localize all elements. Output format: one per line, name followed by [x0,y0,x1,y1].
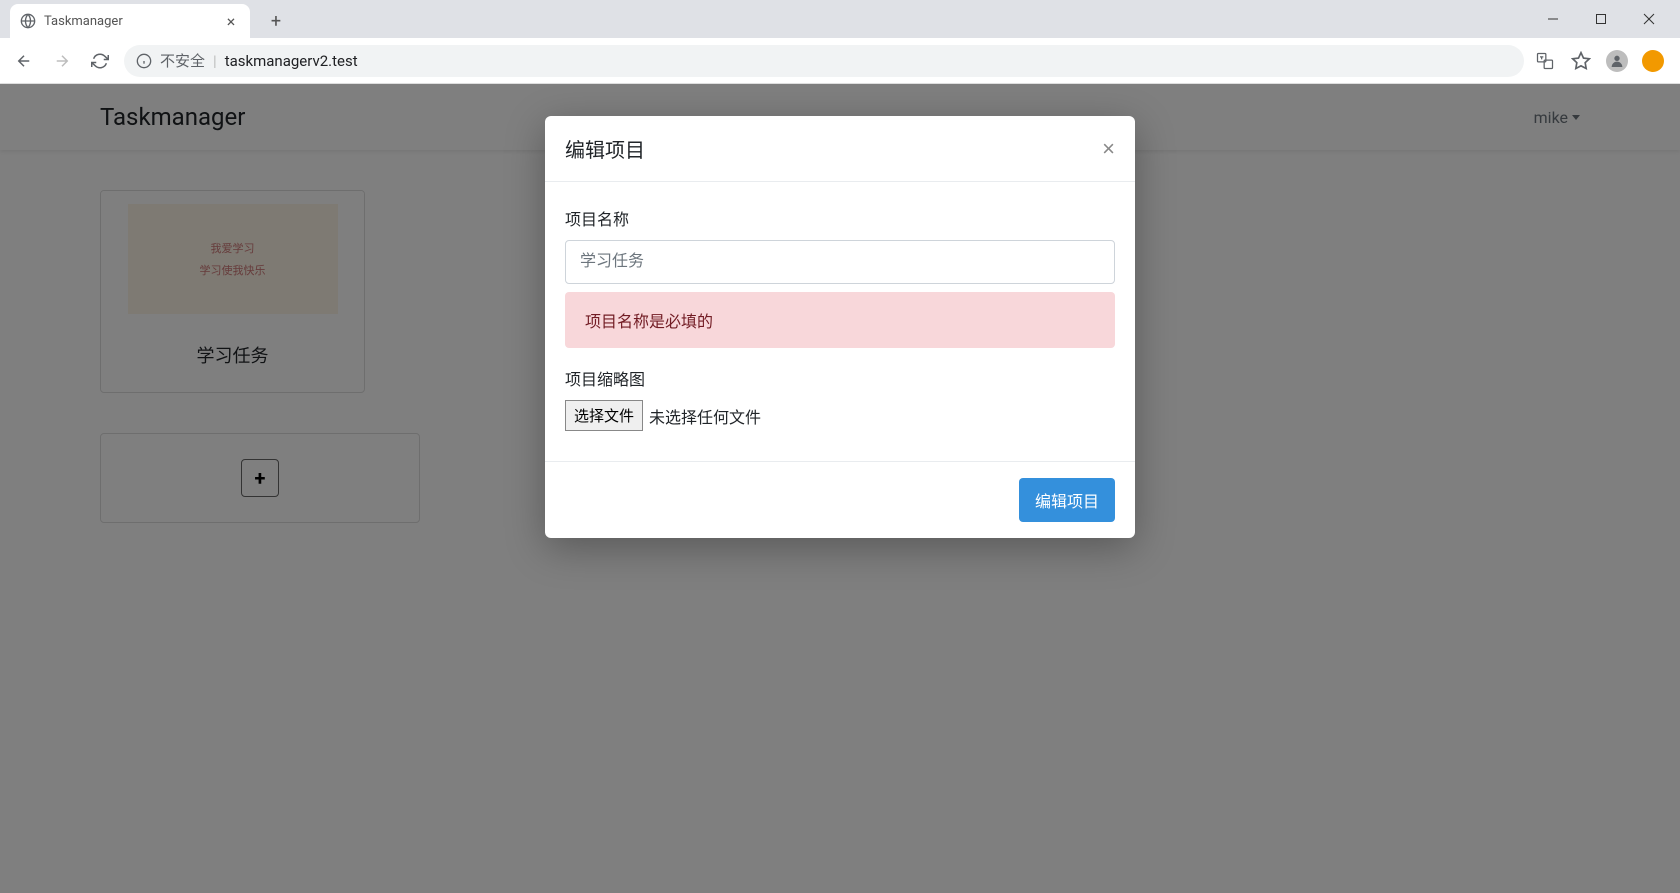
browser-tab[interactable]: Taskmanager × [10,4,250,38]
thumbnail-label: 项目缩略图 [565,366,1115,390]
tab-title: Taskmanager [44,14,123,29]
omnibox-divider: | [213,52,217,70]
close-window-icon[interactable] [1634,4,1664,34]
address-omnibox[interactable]: 不安全 | taskmanagerv2.test [124,45,1524,77]
file-status-text: 未选择任何文件 [649,404,761,428]
browser-tab-bar: Taskmanager × + [0,0,1680,38]
page-content: Taskmanager mike 我爱学习 学习使我快乐 学习任务 [0,84,1680,893]
project-name-label: 项目名称 [565,206,1115,230]
back-button[interactable] [10,47,38,75]
project-name-error: 项目名称是必填的 [565,292,1115,348]
project-name-input[interactable] [565,240,1115,284]
insecure-label: 不安全 [160,50,205,71]
minimize-window-icon[interactable] [1538,4,1568,34]
modal-body: 项目名称 项目名称是必填的 项目缩略图 选择文件 未选择任何文件 [545,182,1135,461]
modal-footer: 编辑项目 [545,461,1135,538]
star-icon[interactable] [1570,50,1592,72]
submit-button[interactable]: 编辑项目 [1019,478,1115,522]
forward-button[interactable] [48,47,76,75]
browser-address-bar: 不安全 | taskmanagerv2.test [0,38,1680,84]
info-icon [136,53,152,69]
modal-header: 编辑项目 × [545,116,1135,182]
profile-avatar-icon[interactable] [1606,50,1628,72]
new-tab-button[interactable]: + [262,7,290,35]
globe-icon [20,13,36,29]
translate-icon[interactable] [1534,50,1556,72]
maximize-window-icon[interactable] [1586,4,1616,34]
url-text: taskmanagerv2.test [225,52,358,70]
modal-close-button[interactable]: × [1102,138,1115,160]
choose-file-button[interactable]: 选择文件 [565,400,643,431]
modal-title: 编辑项目 [565,134,645,163]
alert-badge-icon[interactable] [1642,50,1664,72]
close-tab-icon[interactable]: × [222,12,240,31]
reload-button[interactable] [86,47,114,75]
edit-project-modal: 编辑项目 × 项目名称 项目名称是必填的 项目缩略图 选择文件 未选择任何文件 [545,116,1135,538]
